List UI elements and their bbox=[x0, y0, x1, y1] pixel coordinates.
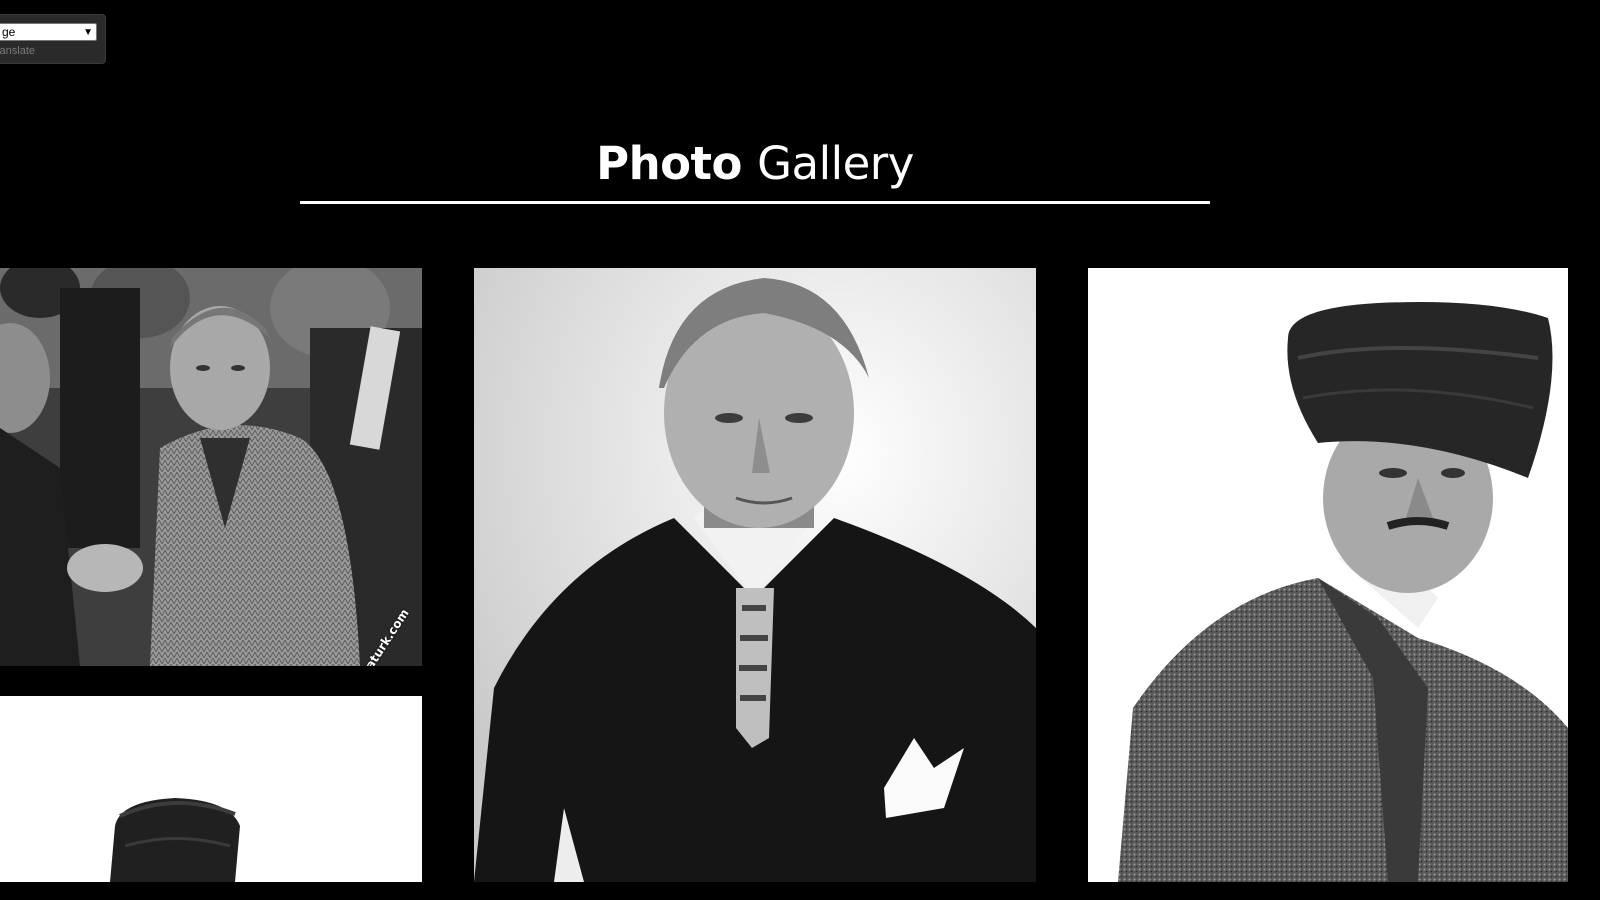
gallery-photo-2[interactable] bbox=[474, 268, 1036, 882]
google-translate-widget: ge ▼ leTranslate bbox=[0, 14, 106, 64]
page-title-strong: Photo bbox=[596, 137, 742, 190]
gallery-photo-3[interactable] bbox=[1088, 268, 1568, 882]
chevron-down-icon: ▼ bbox=[83, 27, 93, 38]
language-select[interactable]: ge ▼ bbox=[0, 23, 97, 41]
gallery-photo-1[interactable]: www.isteataturk.com bbox=[0, 268, 422, 666]
page-title: Photo Gallery bbox=[0, 133, 1510, 195]
gallery-photo-4[interactable] bbox=[0, 696, 422, 882]
language-select-value: ge bbox=[2, 25, 16, 39]
powered-by-google: leTranslate bbox=[0, 45, 35, 57]
title-underline bbox=[300, 201, 1210, 204]
translate-link[interactable]: Translate bbox=[0, 45, 35, 57]
page-title-light: Gallery bbox=[757, 137, 914, 190]
